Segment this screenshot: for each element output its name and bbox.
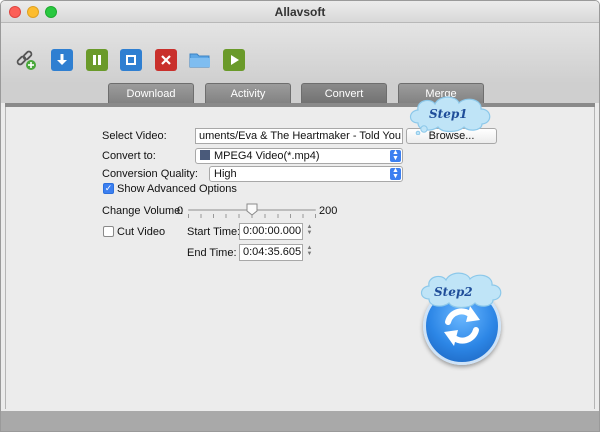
volume-max-label: 200 (319, 205, 338, 217)
start-time-field[interactable]: 0:00:00.000 (239, 223, 303, 240)
title-bar: Allavsoft (1, 1, 599, 23)
convert-to-label: Convert to: (102, 150, 156, 162)
quality-select[interactable]: High ▲ ▼ (209, 166, 403, 182)
step1-callout-text: Step1 (429, 107, 468, 121)
delete-button[interactable] (155, 49, 177, 71)
chevron-updown-icon: ▲ ▼ (390, 149, 401, 162)
end-time-label: End Time: (187, 247, 237, 259)
step2-callout-text: Step2 (434, 285, 473, 299)
toolbar (1, 23, 599, 83)
select-video-label: Select Video: (102, 130, 167, 142)
window-title: Allavsoft (274, 5, 326, 19)
cut-video-label: Cut Video (117, 226, 166, 238)
add-link-button[interactable] (15, 49, 37, 71)
chevron-updown-icon: ▲ ▼ (390, 167, 401, 180)
tab-download[interactable]: Download (108, 83, 194, 105)
app-window: Allavsoft Download Activity Convert Merg… (0, 0, 600, 432)
convert-to-value: MPEG4 Video(*.mp4) (214, 150, 320, 162)
video-format-icon (200, 150, 210, 160)
quality-label: Conversion Quality: (102, 168, 198, 180)
open-folder-button[interactable] (189, 49, 211, 71)
end-time-stepper[interactable]: ▲ ▼ (305, 245, 314, 259)
folder-icon (189, 53, 210, 68)
download-button[interactable] (51, 49, 73, 71)
status-bar (1, 411, 599, 431)
convert-to-select[interactable]: MPEG4 Video(*.mp4) ▲ ▼ (195, 148, 403, 164)
quality-value: High (214, 168, 237, 180)
play-button[interactable] (223, 49, 245, 71)
cut-video-checkbox[interactable] (103, 226, 114, 237)
show-advanced-checkbox[interactable]: ✓ (103, 183, 114, 194)
start-time-label: Start Time: (187, 226, 241, 238)
delete-icon (161, 55, 171, 65)
link-add-icon (16, 50, 36, 70)
tab-activity[interactable]: Activity (205, 83, 291, 105)
volume-min-label: 0 (177, 205, 184, 217)
show-advanced-label: Show Advanced Options (117, 183, 237, 195)
pause-button[interactable] (86, 49, 108, 71)
end-time-field[interactable]: 0:04:35.605 (239, 244, 303, 261)
start-time-stepper[interactable]: ▲ ▼ (305, 224, 314, 238)
change-volume-label: Change Volume: (102, 205, 184, 217)
stop-button[interactable] (120, 49, 142, 71)
play-icon (231, 55, 239, 65)
stop-icon (126, 55, 136, 65)
pause-icon (93, 55, 101, 65)
select-video-field[interactable]: uments/Eva & The Heartmaker - Told You.m… (195, 128, 403, 144)
tabs-band (1, 83, 599, 103)
download-icon (57, 54, 67, 65)
tab-convert[interactable]: Convert (301, 83, 387, 105)
volume-slider-thumb[interactable] (246, 203, 258, 216)
